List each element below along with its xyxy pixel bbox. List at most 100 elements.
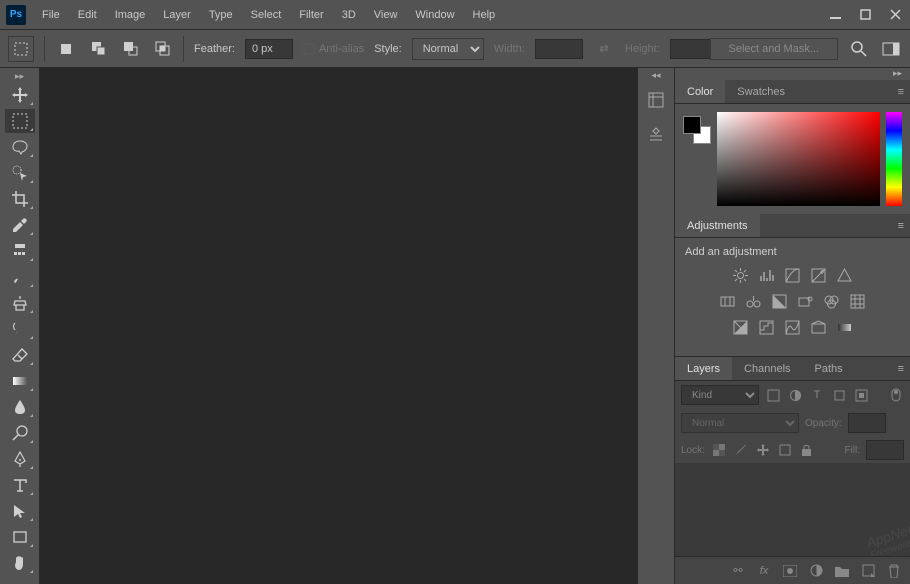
workspace-switcher-icon[interactable]: [880, 38, 902, 60]
channel-mixer-adjust-icon[interactable]: [823, 292, 841, 310]
pen-tool[interactable]: [5, 447, 35, 471]
photo-filter-adjust-icon[interactable]: [797, 292, 815, 310]
hue-sat-adjust-icon[interactable]: [719, 292, 737, 310]
delete-layer-icon[interactable]: [886, 563, 902, 579]
layer-list[interactable]: AppNee Freeware Group: [675, 463, 910, 556]
tab-channels[interactable]: Channels: [732, 357, 802, 380]
lock-transparent-icon[interactable]: [711, 442, 727, 458]
selective-color-adjust-icon[interactable]: [810, 318, 828, 336]
crop-tool[interactable]: [5, 187, 35, 211]
tab-swatches[interactable]: Swatches: [725, 80, 797, 103]
foreground-background-swatch[interactable]: [683, 116, 711, 144]
menu-select[interactable]: Select: [243, 5, 290, 25]
eraser-tool[interactable]: [5, 343, 35, 367]
close-button[interactable]: [880, 0, 910, 28]
select-and-mask-button[interactable]: Select and Mask...: [710, 38, 839, 60]
menu-window[interactable]: Window: [407, 5, 462, 25]
minimize-button[interactable]: [820, 0, 850, 28]
history-brush-tool[interactable]: [5, 317, 35, 341]
layer-fx-icon[interactable]: fx: [756, 563, 772, 579]
search-icon[interactable]: [848, 38, 870, 60]
tab-layers[interactable]: Layers: [675, 357, 732, 380]
path-select-tool[interactable]: [5, 499, 35, 523]
tab-paths[interactable]: Paths: [803, 357, 855, 380]
color-panel-menu-icon[interactable]: ≡: [898, 86, 904, 98]
tools-panel: ▸▸: [0, 68, 40, 584]
canvas-area[interactable]: [40, 68, 637, 584]
healing-brush-tool[interactable]: [5, 239, 35, 263]
layer-mask-icon[interactable]: [782, 563, 798, 579]
new-adjustment-layer-icon[interactable]: [808, 563, 824, 579]
threshold-adjust-icon[interactable]: [784, 318, 802, 336]
brightness-adjust-icon[interactable]: [732, 266, 750, 284]
invert-adjust-icon[interactable]: [732, 318, 750, 336]
menu-file[interactable]: File: [34, 5, 68, 25]
dodge-tool[interactable]: [5, 421, 35, 445]
panels-collapse-icon[interactable]: ▸▸: [675, 68, 910, 80]
color-field-picker[interactable]: [717, 112, 880, 206]
tab-adjustments[interactable]: Adjustments: [675, 214, 760, 237]
new-group-icon[interactable]: [834, 563, 850, 579]
dock-collapse-icon[interactable]: ◂◂: [638, 70, 674, 82]
type-tool[interactable]: [5, 473, 35, 497]
brush-tool[interactable]: [5, 265, 35, 289]
lock-image-icon[interactable]: [733, 442, 749, 458]
gradient-tool[interactable]: [5, 369, 35, 393]
selection-intersect-icon[interactable]: [151, 38, 173, 60]
exposure-adjust-icon[interactable]: [810, 266, 828, 284]
menu-3d[interactable]: 3D: [334, 5, 364, 25]
menu-type[interactable]: Type: [201, 5, 241, 25]
history-panel-icon[interactable]: [642, 86, 670, 114]
color-lookup-adjust-icon[interactable]: [849, 292, 867, 310]
clone-stamp-tool[interactable]: [5, 291, 35, 315]
color-balance-adjust-icon[interactable]: [745, 292, 763, 310]
layers-panel-menu-icon[interactable]: ≡: [898, 363, 904, 375]
filter-toggle-icon[interactable]: [888, 387, 904, 403]
menu-image[interactable]: Image: [107, 5, 154, 25]
gradient-map-adjust-icon[interactable]: [836, 318, 854, 336]
hand-tool[interactable]: [5, 551, 35, 575]
bw-adjust-icon[interactable]: [771, 292, 789, 310]
rectangle-tool[interactable]: [5, 525, 35, 549]
hue-slider[interactable]: [886, 112, 902, 206]
blur-tool[interactable]: [5, 395, 35, 419]
filter-type-icon[interactable]: T: [809, 387, 825, 403]
selection-subtract-icon[interactable]: [119, 38, 141, 60]
filter-smart-icon[interactable]: [853, 387, 869, 403]
adjustments-panel-menu-icon[interactable]: ≡: [898, 220, 904, 232]
filter-pixel-icon[interactable]: [765, 387, 781, 403]
selection-new-icon[interactable]: [55, 38, 77, 60]
lock-all-icon[interactable]: [799, 442, 815, 458]
menu-layer[interactable]: Layer: [155, 5, 199, 25]
posterize-adjust-icon[interactable]: [758, 318, 776, 336]
adjustments-panel-tabs: Adjustments ≡: [675, 214, 910, 238]
lock-position-icon[interactable]: [755, 442, 771, 458]
curves-adjust-icon[interactable]: [784, 266, 802, 284]
marquee-tool[interactable]: [5, 109, 35, 133]
menu-help[interactable]: Help: [465, 5, 504, 25]
new-layer-icon[interactable]: [860, 563, 876, 579]
properties-panel-icon[interactable]: [642, 122, 670, 150]
menu-edit[interactable]: Edit: [70, 5, 105, 25]
selection-add-icon[interactable]: [87, 38, 109, 60]
style-select[interactable]: Normal: [412, 38, 484, 60]
maximize-button[interactable]: [850, 0, 880, 28]
link-layers-icon[interactable]: ⚯: [730, 563, 746, 579]
levels-adjust-icon[interactable]: [758, 266, 776, 284]
move-tool[interactable]: [5, 83, 35, 107]
toolbar-expand-icon[interactable]: ▸▸: [0, 70, 39, 82]
filter-shape-icon[interactable]: [831, 387, 847, 403]
layer-kind-select[interactable]: Kind: [681, 385, 759, 405]
menu-view[interactable]: View: [366, 5, 406, 25]
lock-artboard-icon[interactable]: [777, 442, 793, 458]
vibrance-adjust-icon[interactable]: [836, 266, 854, 284]
eyedropper-tool[interactable]: [5, 213, 35, 237]
filter-adjust-icon[interactable]: [787, 387, 803, 403]
foreground-color[interactable]: [683, 116, 701, 134]
menu-filter[interactable]: Filter: [291, 5, 331, 25]
lasso-tool[interactable]: [5, 135, 35, 159]
quick-select-tool[interactable]: [5, 161, 35, 185]
tab-color[interactable]: Color: [675, 80, 725, 103]
feather-input[interactable]: [245, 39, 293, 59]
active-tool-indicator[interactable]: [8, 36, 34, 62]
